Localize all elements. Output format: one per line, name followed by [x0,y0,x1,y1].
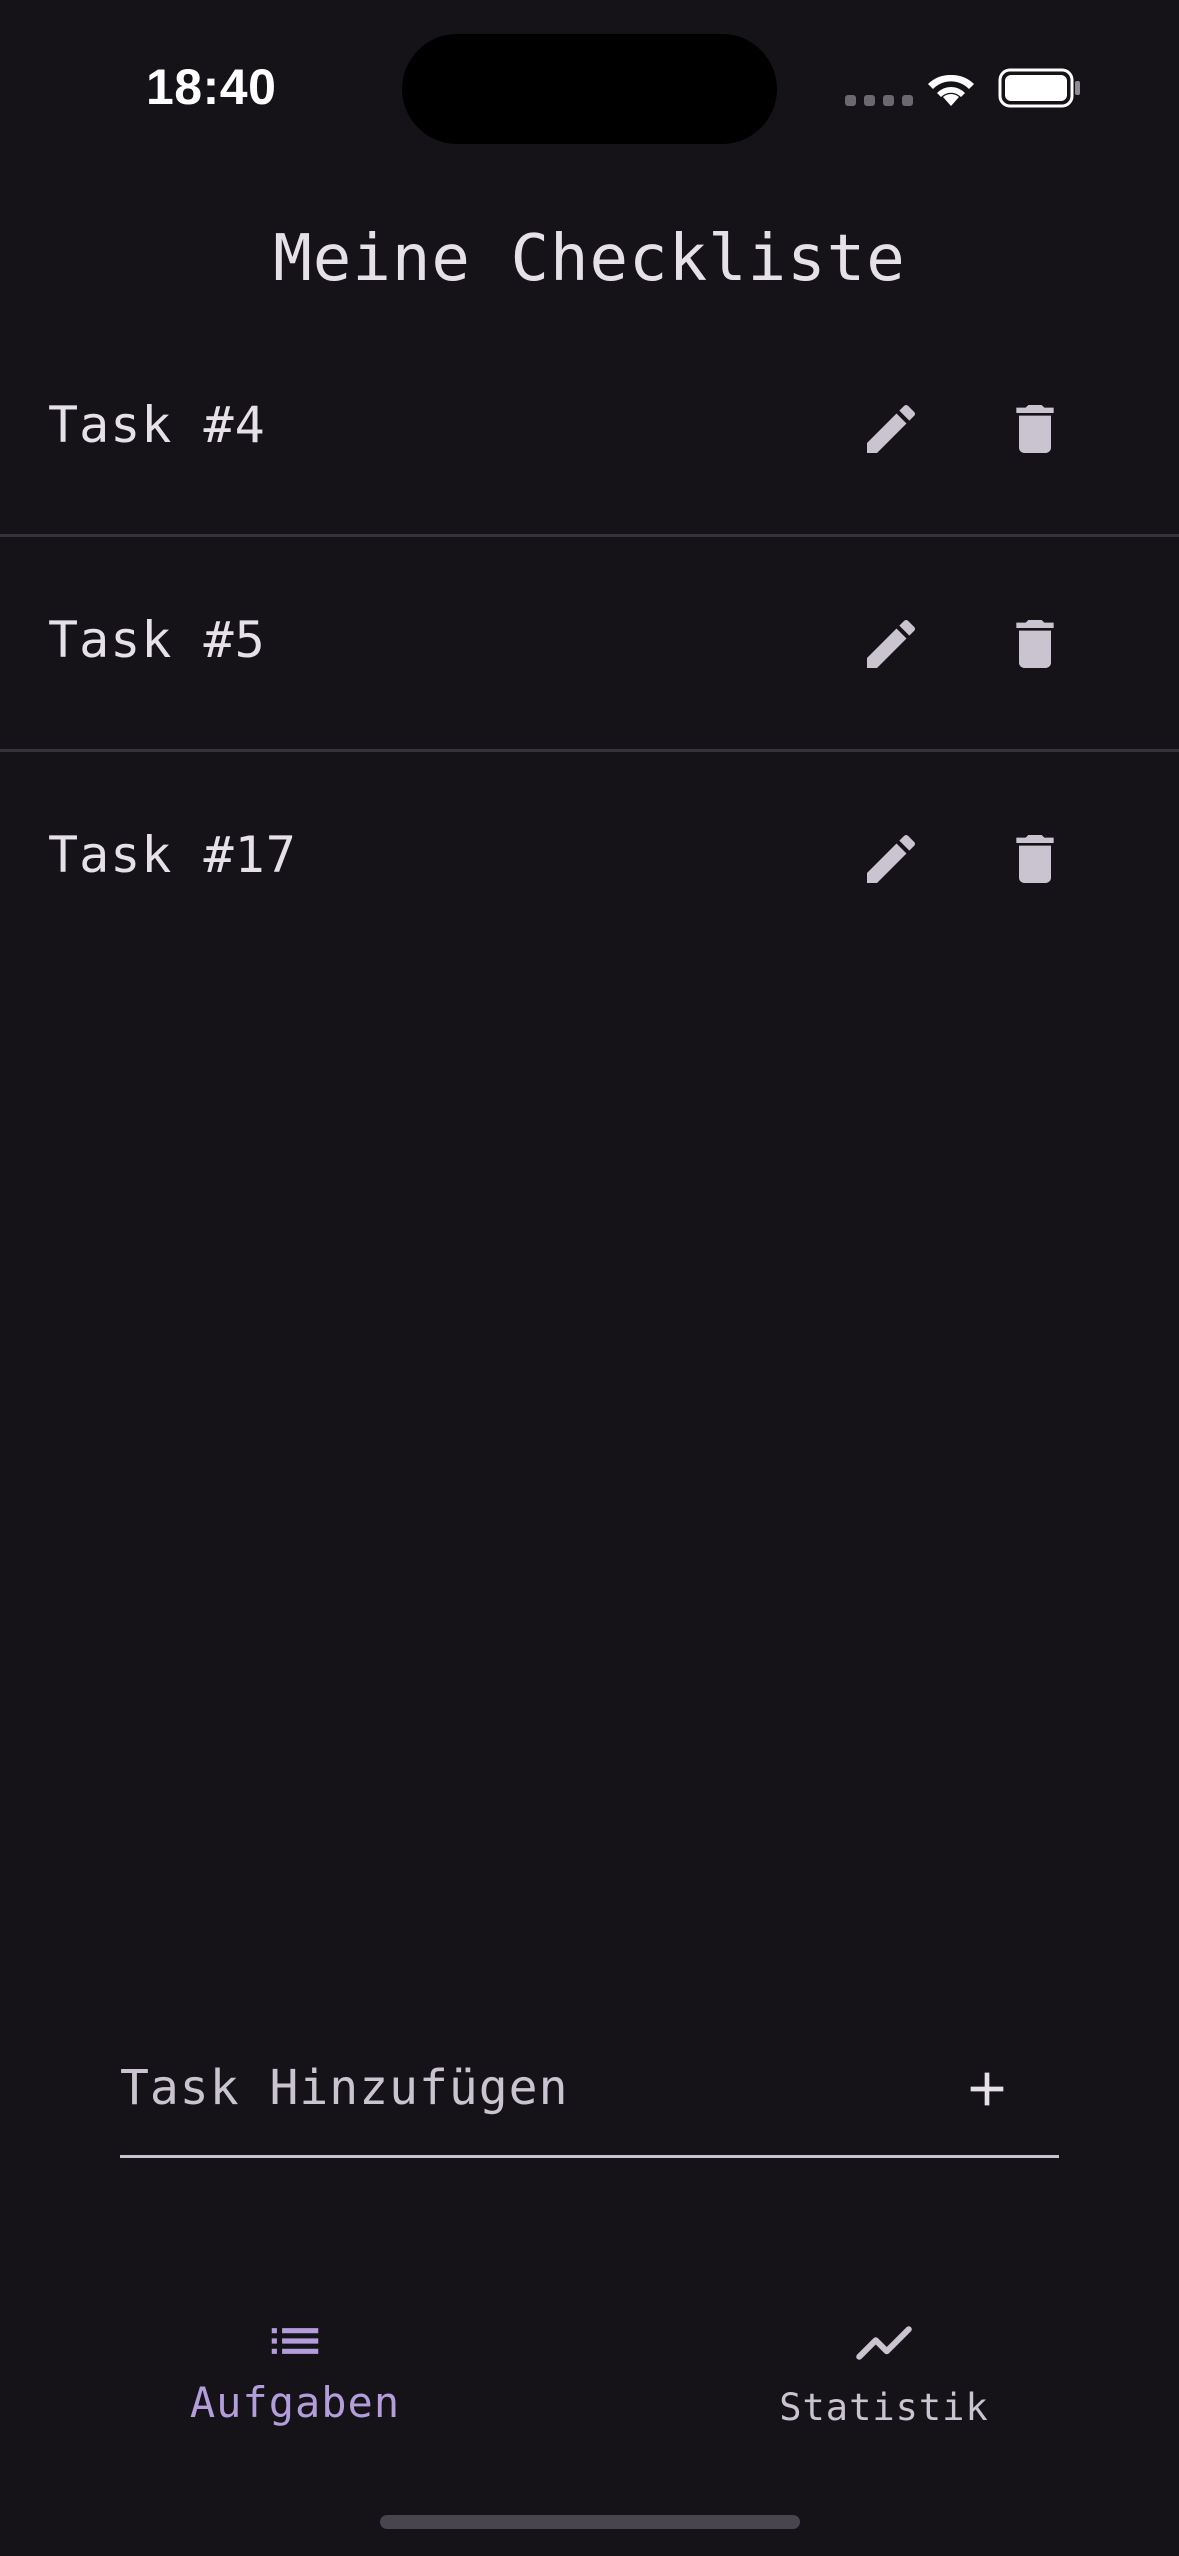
plus-icon [970,2072,1004,2106]
add-task-input[interactable] [120,2048,900,2128]
nav-label-statistik: Statistik [779,2386,989,2429]
delete-task-button[interactable] [990,599,1080,689]
wifi-icon [924,66,978,112]
task-label: Task #5 [48,611,266,669]
cellular-signal-icon [845,95,913,106]
add-task-field [120,2030,1059,2158]
add-task-button[interactable] [942,2044,1032,2134]
nav-item-aufgaben[interactable]: Aufgaben [145,2290,445,2450]
nav-label-aufgaben: Aufgaben [189,2378,401,2427]
delete-task-button[interactable] [990,814,1080,904]
pencil-icon [867,834,916,883]
trash-icon [1016,835,1054,883]
task-list: Task #4 Task #5 Task #17 [0,322,1179,967]
pencil-icon [867,619,916,668]
status-time: 18:40 [146,59,277,115]
trash-icon [1016,405,1054,453]
home-indicator [380,2515,800,2529]
edit-task-button[interactable] [846,599,936,689]
page-title: Meine Checkliste [273,222,906,296]
task-label: Task #4 [48,396,266,454]
delete-task-button[interactable] [990,384,1080,474]
task-row: Task #17 [0,752,1179,967]
nav-item-statistik[interactable]: Statistik [734,2290,1034,2450]
pencil-icon [867,404,916,453]
trending-icon [734,2310,1034,2376]
trash-icon [1016,620,1054,668]
edit-task-button[interactable] [846,384,936,474]
task-row: Task #5 [0,537,1179,752]
battery-icon [998,68,1082,112]
edit-task-button[interactable] [846,814,936,904]
dynamic-island [402,34,777,144]
task-row: Task #4 [0,322,1179,537]
list-icon [145,2310,445,2372]
bottom-navigation: Aufgaben Statistik [0,2290,1179,2460]
task-label: Task #17 [48,826,297,884]
